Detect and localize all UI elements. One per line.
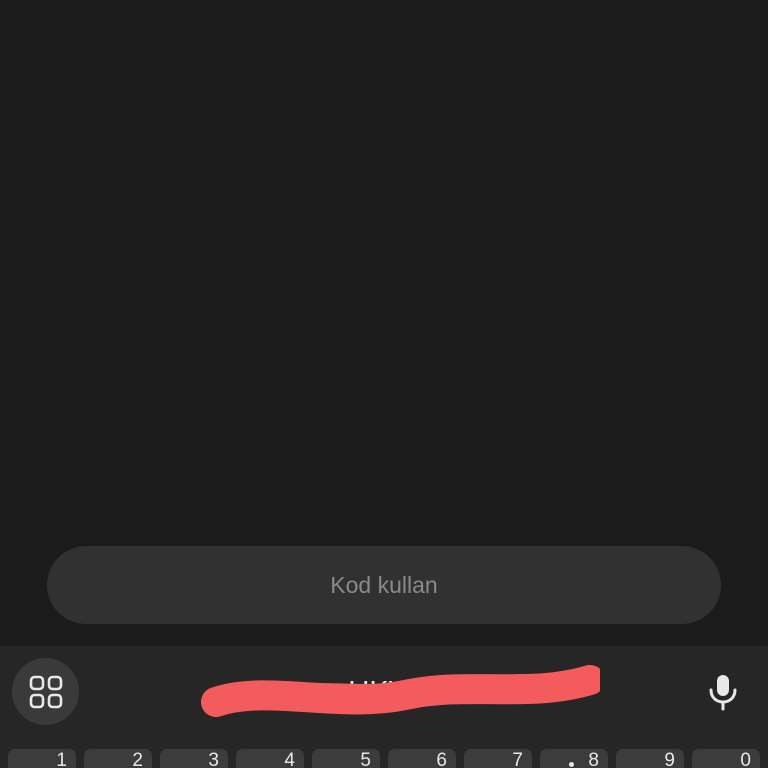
microphone-icon xyxy=(709,674,736,710)
apps-button[interactable] xyxy=(12,658,79,725)
suggestion-chip[interactable]: …UKVR7K6 xyxy=(200,664,600,720)
screen: …UKVR7K6 1 2 3 xyxy=(0,0,768,768)
key-4[interactable]: 4 xyxy=(236,749,304,768)
grid-apps-icon xyxy=(29,675,62,708)
keyboard-toolbar: …UKVR7K6 xyxy=(0,646,768,740)
key-label: 0 xyxy=(740,750,751,768)
key-label: 3 xyxy=(208,750,219,768)
keyboard: …UKVR7K6 1 2 3 4 5 6 7 8 9 0 xyxy=(0,646,768,768)
key-7[interactable]: 7 xyxy=(464,749,532,768)
number-row: 1 2 3 4 5 6 7 8 9 0 xyxy=(0,749,768,768)
key-0[interactable]: 0 xyxy=(692,749,760,768)
key-1[interactable]: 1 xyxy=(8,749,76,768)
key-label: 5 xyxy=(360,750,371,768)
key-label: 1 xyxy=(56,750,67,768)
redaction-scribble xyxy=(201,665,600,717)
key-label: 2 xyxy=(132,750,143,768)
key-2[interactable]: 2 xyxy=(84,749,152,768)
key-label: 8 xyxy=(588,750,599,768)
key-9[interactable]: 9 xyxy=(616,749,684,768)
code-input[interactable] xyxy=(47,546,721,624)
key-dot xyxy=(569,762,574,767)
key-3[interactable]: 3 xyxy=(160,749,228,768)
content-area xyxy=(0,0,768,540)
key-6[interactable]: 6 xyxy=(388,749,456,768)
key-label: 9 xyxy=(664,750,675,768)
microphone-button[interactable] xyxy=(689,658,756,725)
key-8[interactable]: 8 xyxy=(540,749,608,768)
key-label: 7 xyxy=(512,750,523,768)
key-label: 4 xyxy=(284,750,295,768)
key-label: 6 xyxy=(436,750,447,768)
key-5[interactable]: 5 xyxy=(312,749,380,768)
